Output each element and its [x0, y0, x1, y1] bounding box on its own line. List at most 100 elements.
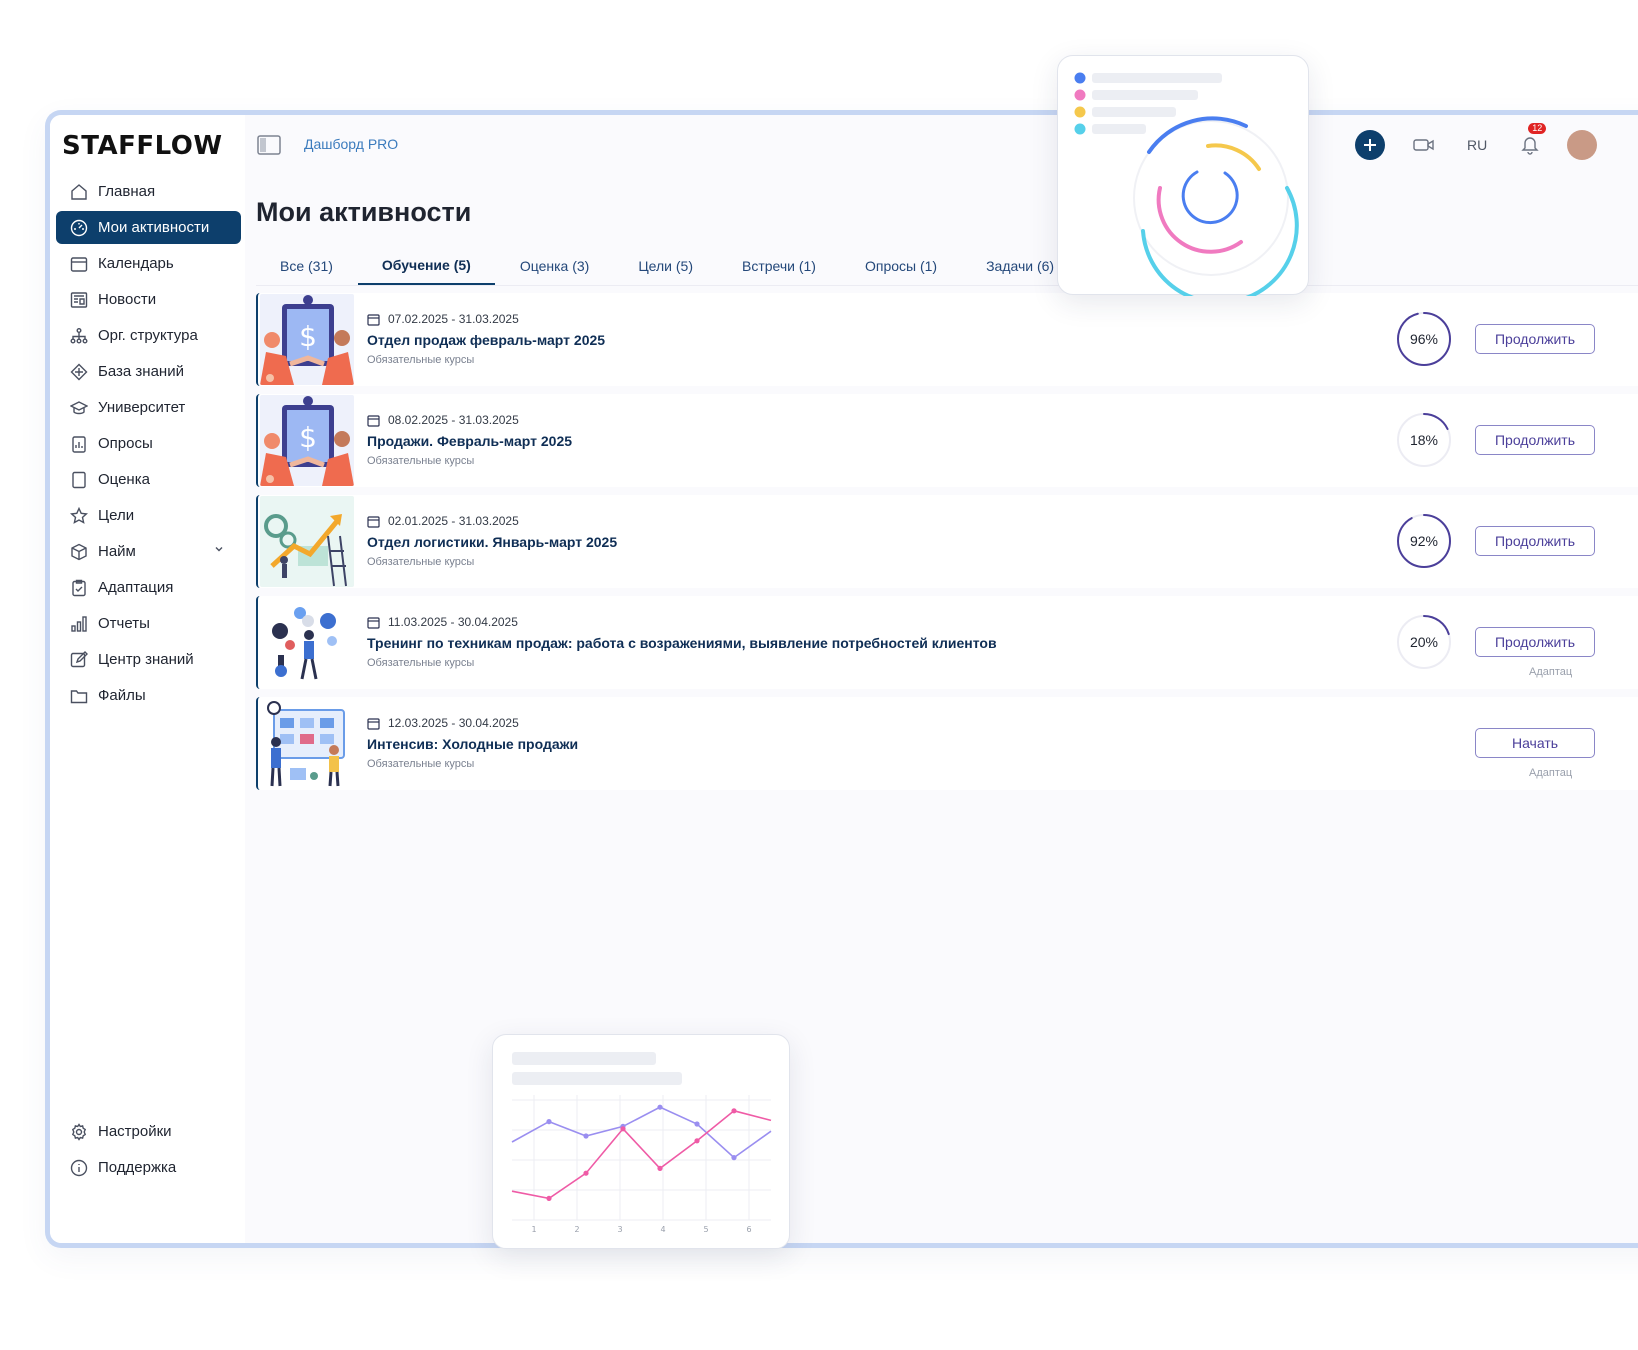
app-logo: STAFFLOW [62, 131, 223, 161]
star-icon [70, 506, 88, 524]
course-date-range: 08.02.2025 - 31.03.2025 [388, 413, 519, 427]
app-window: STAFFLOW Главная Мои активности Календар… [45, 110, 1638, 1248]
sidebar-item-knowledge-base[interactable]: База знаний [56, 355, 241, 388]
sidebar-item-calendar[interactable]: Календарь [56, 247, 241, 280]
folder-icon [70, 689, 88, 703]
tab-4[interactable]: Встречи (1) [718, 247, 840, 285]
course-dates: 08.02.2025 - 31.03.2025 [367, 413, 519, 427]
sidebar-item-label: Орг. структура [98, 327, 198, 344]
add-button[interactable] [1355, 130, 1385, 160]
sidebar-item-folder[interactable]: Файлы [56, 679, 241, 712]
calendar-icon [70, 255, 88, 273]
x-tick-label: 5 [703, 1225, 708, 1234]
progress-percent: 92% [1409, 533, 1439, 549]
sidebar-item-label: Цели [98, 507, 135, 524]
course-title[interactable]: Тренинг по техникам продаж: работа с воз… [367, 635, 997, 651]
sidebar-item-home[interactable]: Главная [56, 175, 241, 208]
user-avatar[interactable] [1567, 130, 1598, 160]
course-dates: 02.01.2025 - 31.03.2025 [367, 514, 519, 528]
sidebar-item-clipboard[interactable]: Адаптация [56, 571, 241, 604]
clipboard-icon [70, 579, 88, 597]
subtitle-placeholder [512, 1072, 682, 1085]
course-card[interactable]: 11.03.2025 - 30.04.2025 Тренинг по техни… [256, 596, 1638, 689]
calendar-icon [367, 414, 380, 427]
sidebar-item-label: Главная [98, 183, 156, 200]
floating-ring-chart-card [1057, 55, 1309, 305]
course-category: Обязательные курсы [367, 758, 475, 770]
chevron-down-icon[interactable] [213, 543, 225, 555]
course-action-button[interactable]: Продолжить [1475, 627, 1595, 657]
ring-arc-inner [1181, 170, 1239, 225]
progress-percent: 18% [1409, 432, 1439, 448]
info-icon [70, 1159, 88, 1177]
course-title[interactable]: Отдел логистики. Январь-март 2025 [367, 534, 617, 550]
tabs-divider [256, 285, 1638, 286]
sidebar-item-label: Файлы [98, 687, 146, 704]
sidebar-item-org-structure[interactable]: Орг. структура [56, 319, 241, 352]
survey-icon [72, 435, 86, 453]
course-list: $ 07.02.2025 - 31.03.2025 Отдел продаж ф… [256, 293, 1638, 798]
tab-2[interactable]: Оценка (3) [496, 247, 614, 285]
sidebar-item-info[interactable]: Поддержка [56, 1151, 241, 1184]
gear-icon [71, 1122, 87, 1141]
sidebar-item-box[interactable]: Найм [56, 535, 241, 568]
course-date-range: 07.02.2025 - 31.03.2025 [388, 312, 519, 326]
course-card[interactable]: $ 08.02.2025 - 31.03.2025 Продажи. Февра… [256, 394, 1638, 487]
course-card[interactable]: 02.01.2025 - 31.03.2025 Отдел логистики.… [256, 495, 1638, 588]
sidebar-item-graduation-cap[interactable]: Университет [56, 391, 241, 424]
video-camera-icon[interactable] [1413, 136, 1435, 154]
news-icon [70, 291, 88, 309]
language-switch[interactable]: RU [1467, 137, 1487, 153]
course-date-range: 02.01.2025 - 31.03.2025 [388, 514, 519, 528]
course-title[interactable]: Интенсив: Холодные продажи [367, 736, 578, 752]
page-title: Мои активности [256, 197, 472, 227]
notifications-button[interactable]: 12 [1521, 123, 1547, 155]
tab-0[interactable]: Все (31) [256, 247, 357, 285]
course-card[interactable]: 12.03.2025 - 30.04.2025 Интенсив: Холодн… [256, 697, 1638, 790]
sidebar-item-news[interactable]: Новости [56, 283, 241, 316]
assessment-icon [70, 471, 88, 489]
course-card[interactable]: $ 07.02.2025 - 31.03.2025 Отдел продаж ф… [256, 293, 1638, 386]
tab-5[interactable]: Опросы (1) [841, 247, 961, 285]
sidebar-item-label: База знаний [98, 363, 184, 380]
calendar-icon [367, 515, 380, 528]
sidebar-item-edit[interactable]: Центр знаний [56, 643, 241, 676]
gear-icon [70, 1122, 88, 1141]
tab-1[interactable]: Обучение (5) [357, 247, 495, 285]
course-action-button[interactable]: Продолжить [1475, 425, 1595, 455]
tab-3[interactable]: Цели (5) [614, 247, 717, 285]
course-action-button[interactable]: Продолжить [1475, 324, 1595, 354]
org-structure-icon [70, 327, 88, 343]
sidebar-item-survey[interactable]: Опросы [56, 427, 241, 460]
bar-chart-icon [70, 615, 88, 633]
course-category: Обязательные курсы [367, 455, 475, 467]
course-title[interactable]: Продажи. Февраль-март 2025 [367, 433, 572, 449]
sidebar-item-bar-chart[interactable]: Отчеты [56, 607, 241, 640]
line-point [694, 1121, 700, 1127]
plus-icon [1364, 139, 1376, 151]
legend-placeholder [1092, 73, 1222, 83]
edit-icon [70, 650, 88, 669]
sidebar-item-assessment[interactable]: Оценка [56, 463, 241, 496]
sidebar-item-dashboard-gauge[interactable]: Мои активности [56, 211, 241, 244]
calendar-icon [367, 717, 380, 730]
course-note: Адаптац [1529, 666, 1573, 678]
sidebar-nav-bottom: Настройки Поддержка [56, 1115, 241, 1187]
edit-icon [70, 650, 88, 667]
sidebar-toggle-icon[interactable] [257, 135, 281, 155]
sidebar-item-label: Новости [98, 291, 157, 308]
course-title[interactable]: Отдел продаж февраль-март 2025 [367, 332, 605, 348]
progress-percent: 20% [1409, 634, 1439, 650]
board-presentation-illustration [260, 698, 354, 789]
sidebar-item-label: Университет [98, 399, 186, 416]
sidebar: STAFFLOW Главная Мои активности Календар… [50, 115, 245, 1243]
notification-count-badge: 12 [1528, 123, 1547, 134]
sidebar-item-gear[interactable]: Настройки [56, 1115, 241, 1148]
home-icon [71, 183, 87, 200]
course-action-button[interactable]: Продолжить [1475, 526, 1595, 556]
sidebar-item-star[interactable]: Цели [56, 499, 241, 532]
course-action-button[interactable]: Начать [1475, 728, 1595, 758]
breadcrumb[interactable]: Дашборд PRO [304, 136, 398, 152]
x-tick-label: 2 [574, 1225, 579, 1234]
survey-icon [70, 435, 88, 453]
